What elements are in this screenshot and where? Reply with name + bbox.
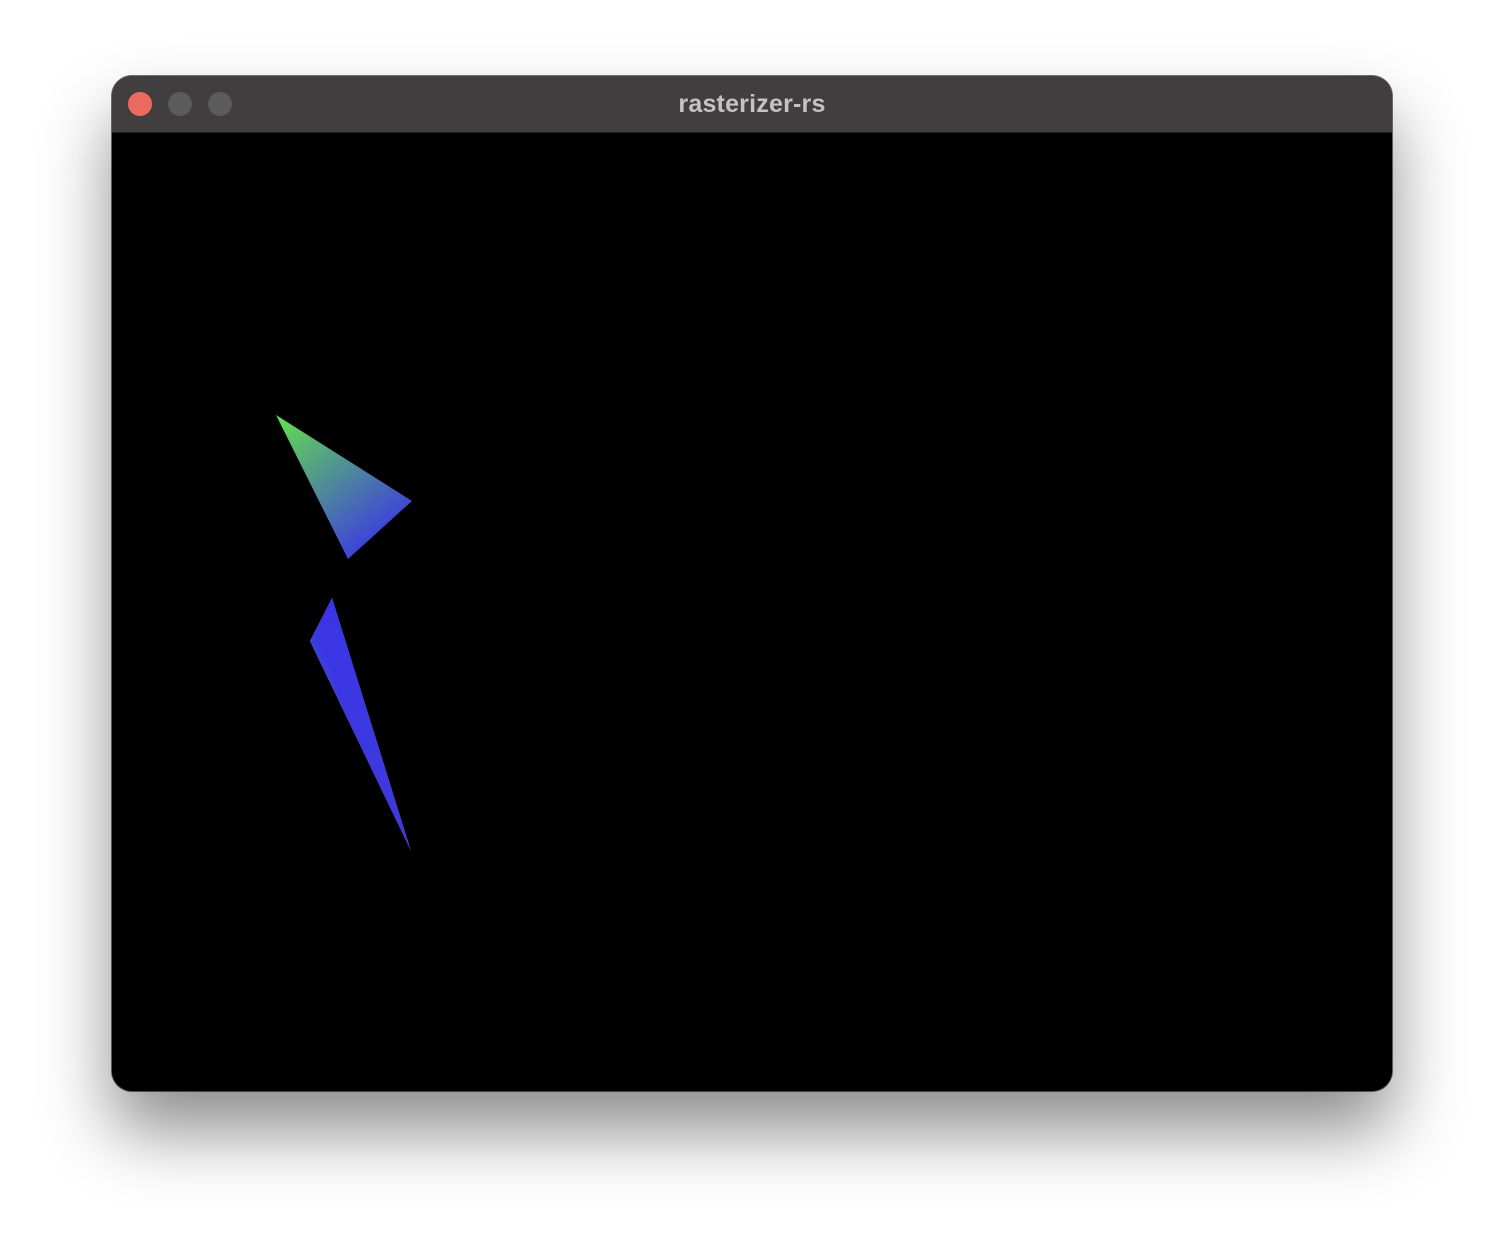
window-title: rasterizer-rs [678,90,826,118]
render-canvas [112,133,1392,1091]
render-surface [276,415,412,851]
app-window: rasterizer-rs [112,76,1392,1091]
triangle-upper [276,415,412,559]
triangle-lower [310,598,411,851]
title-bar[interactable]: rasterizer-rs [112,76,1392,133]
